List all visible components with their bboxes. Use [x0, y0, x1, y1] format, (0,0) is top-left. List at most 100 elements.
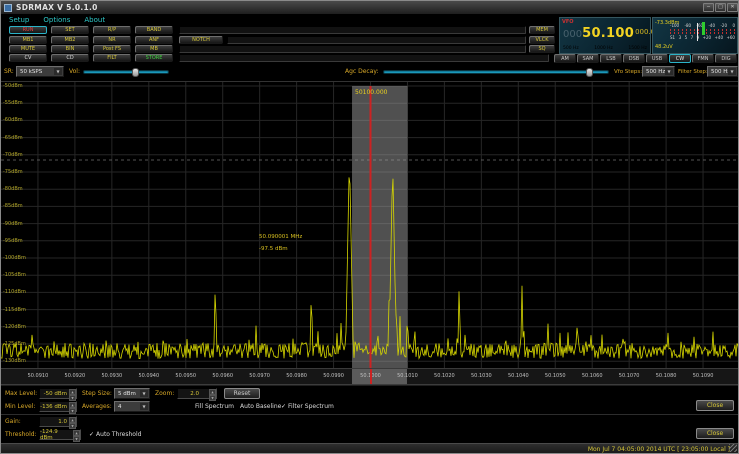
sample-rate-value: 50 kSPS — [20, 69, 42, 75]
minimize-button[interactable]: ─ — [703, 3, 714, 12]
toolbar-button-mb1[interactable]: MB1 — [9, 36, 47, 44]
y-axis-label: -95dBm — [3, 238, 23, 244]
toolbar-button-cv[interactable]: CV — [9, 54, 47, 62]
toolbar-button-post-fs[interactable]: Post FS — [93, 45, 131, 53]
reset-button[interactable]: Reset — [224, 388, 260, 399]
min-level-spinner[interactable]: -136 dBm ▲▼ — [39, 401, 77, 412]
mode-button-cw[interactable]: CW — [669, 54, 691, 63]
y-axis-label: -60dBm — [3, 117, 23, 123]
x-axis-label: 50.1060 — [577, 373, 607, 379]
x-axis-label: 50.0920 — [60, 373, 90, 379]
menu-about[interactable]: About — [84, 16, 105, 24]
auto-threshold-label: Auto Threshold — [96, 431, 141, 438]
menu-setup[interactable]: Setup — [9, 16, 29, 24]
menu-options[interactable]: Options — [43, 16, 70, 24]
max-level-spinner[interactable]: -50 dBm ▲▼ — [39, 388, 77, 399]
meter-peak-bar — [702, 22, 705, 35]
toolbar-button-anf[interactable]: ANF — [135, 36, 173, 44]
toolbar-button-band[interactable]: BAND — [135, 26, 173, 34]
cw-pitch-value: 1000 Hz — [594, 46, 613, 51]
toolbar-button-sq[interactable]: SQ — [529, 45, 555, 53]
zoom-spinner[interactable]: 2.0 ▲▼ — [177, 388, 217, 399]
fill-spectrum-checkbox[interactable]: ✓Fill Spectrum — [188, 403, 234, 410]
vfo-digits: 000 50.100 000.0 — [563, 26, 655, 41]
s-meter: -73.3dBm 48.2uV -100-80-60-40-200 S13579… — [652, 17, 738, 54]
gain-value: 1.0 — [58, 419, 67, 425]
maximize-button[interactable]: □ — [715, 3, 726, 12]
toolbar-button-mb2[interactable]: MB2 — [51, 36, 89, 44]
mode-button-lsb[interactable]: LSB — [600, 54, 622, 63]
title-bar[interactable]: SDRMAX V 5.0.1.0 ─ □ ✕ — [1, 1, 738, 15]
display-strip — [179, 26, 526, 34]
x-axis-label: 50.1030 — [466, 373, 496, 379]
threshold-spinner[interactable]: -124.9 dBm ▲▼ — [39, 429, 81, 440]
meter-scale-tick-label: -40 — [708, 23, 715, 28]
gain-spinner[interactable]: 1.0 ▲▼ — [39, 416, 77, 427]
toolbar-button-set[interactable]: SET — [51, 26, 89, 34]
toolbar-button-vlck[interactable]: VLCK — [529, 36, 555, 44]
averages-select[interactable]: 4 ▼ — [114, 401, 150, 412]
toolbar-button-run[interactable]: RUN — [9, 26, 47, 34]
spinner-arrows-icon[interactable]: ▲▼ — [209, 389, 216, 398]
toolbar-button-r-p[interactable]: R/P — [93, 26, 131, 34]
mode-button-dsb[interactable]: DSB — [623, 54, 645, 63]
display-strip — [179, 45, 526, 53]
x-axis-label: 50.1090 — [688, 373, 718, 379]
toolbar-button-notch[interactable]: NOTCH — [179, 36, 223, 44]
spinner-arrows-icon[interactable]: ▲▼ — [69, 389, 76, 398]
x-axis-label: 50.0910 — [23, 373, 53, 379]
mode-button-usb[interactable]: USB — [646, 54, 668, 63]
threshold-value: -124.9 dBm — [40, 429, 71, 441]
checkmark-icon: ✓ — [281, 403, 286, 410]
mode-button-dig[interactable]: DIG — [715, 54, 737, 63]
meter-scale-tick-label: -100 — [670, 23, 679, 28]
mode-button-am[interactable]: AM — [554, 54, 576, 63]
toolbar-button-mem[interactable]: MEM — [529, 26, 555, 34]
agc-decay-slider-handle[interactable] — [586, 68, 593, 77]
filter-spectrum-label: Filter Spectrum — [288, 403, 334, 410]
min-level-value: -136 dBm — [40, 404, 67, 410]
meter-scale-tick-label: 0 — [732, 23, 735, 28]
toolbar-button-store[interactable]: STORE — [135, 54, 173, 62]
close-threshold-panel-button[interactable]: Close — [696, 428, 734, 439]
toolbar-button-filt[interactable]: FILT — [93, 54, 131, 62]
spinner-arrows-icon[interactable]: ▲▼ — [69, 402, 76, 411]
x-axis-label: 50.1050 — [540, 373, 570, 379]
toolbar-button-nr[interactable]: NR — [93, 36, 131, 44]
marker-frequency-annotation: 50.090001 MHz — [259, 234, 302, 240]
mode-button-fmn[interactable]: FMN — [692, 54, 714, 63]
spinner-arrows-icon[interactable]: ▲▼ — [73, 430, 80, 439]
mode-button-sam[interactable]: SAM — [577, 54, 599, 63]
spectrum-plot: 50100.00050.090001 MHz-97.5 dBm — [1, 82, 739, 369]
gain-label: Gain: — [5, 418, 21, 425]
toolbar-button-cd[interactable]: CD — [51, 54, 89, 62]
chevron-down-icon: ▼ — [54, 68, 62, 75]
meter-microvolt-readout: 48.2uV — [655, 44, 673, 50]
close-window-button[interactable]: ✕ — [727, 3, 738, 12]
spectrum-display[interactable]: 50100.00050.090001 MHz-97.5 dBm-50dBm-55… — [1, 81, 739, 368]
sample-rate-select[interactable]: 50 kSPS ▼ — [16, 66, 64, 77]
step-size-select[interactable]: 5 dBm ▼ — [114, 388, 150, 399]
volume-slider-handle[interactable] — [132, 68, 139, 77]
filter-spectrum-checkbox[interactable]: ✓Filter Spectrum — [281, 403, 334, 410]
vfo-frequency-display[interactable]: VFO 000 50.100 000.0 500 Hz 1000 Hz 1500… — [559, 17, 651, 54]
checkmark-icon: ✓ — [89, 431, 94, 438]
toolbar-button-mute[interactable]: MUTE — [9, 45, 47, 53]
toolbar-button-bin[interactable]: BIN — [51, 45, 89, 53]
y-axis-label: -100dBm — [3, 255, 26, 261]
agc-decay-slider[interactable] — [383, 70, 609, 74]
resize-grip-icon[interactable] — [729, 444, 737, 452]
toolbar-button-mb[interactable]: MB — [135, 45, 173, 53]
fill-spectrum-label: Fill Spectrum — [195, 403, 234, 410]
auto-baseline-checkbox[interactable]: ✓Auto Baseline — [233, 403, 281, 410]
x-axis-label: 50.0930 — [97, 373, 127, 379]
chevron-down-icon: ▼ — [665, 68, 673, 75]
y-axis-label: -105dBm — [3, 272, 26, 278]
filter-step-select[interactable]: 500 Hz ▼ — [707, 66, 738, 77]
x-axis-label: 50.1020 — [429, 373, 459, 379]
spinner-arrows-icon[interactable]: ▲▼ — [69, 417, 76, 426]
volume-slider[interactable] — [83, 70, 169, 74]
auto-threshold-checkbox[interactable]: ✓Auto Threshold — [89, 431, 141, 438]
vfo-steps-select[interactable]: 500 Hz ▼ — [642, 66, 675, 77]
close-spectrum-panel-button[interactable]: Close — [696, 400, 734, 411]
